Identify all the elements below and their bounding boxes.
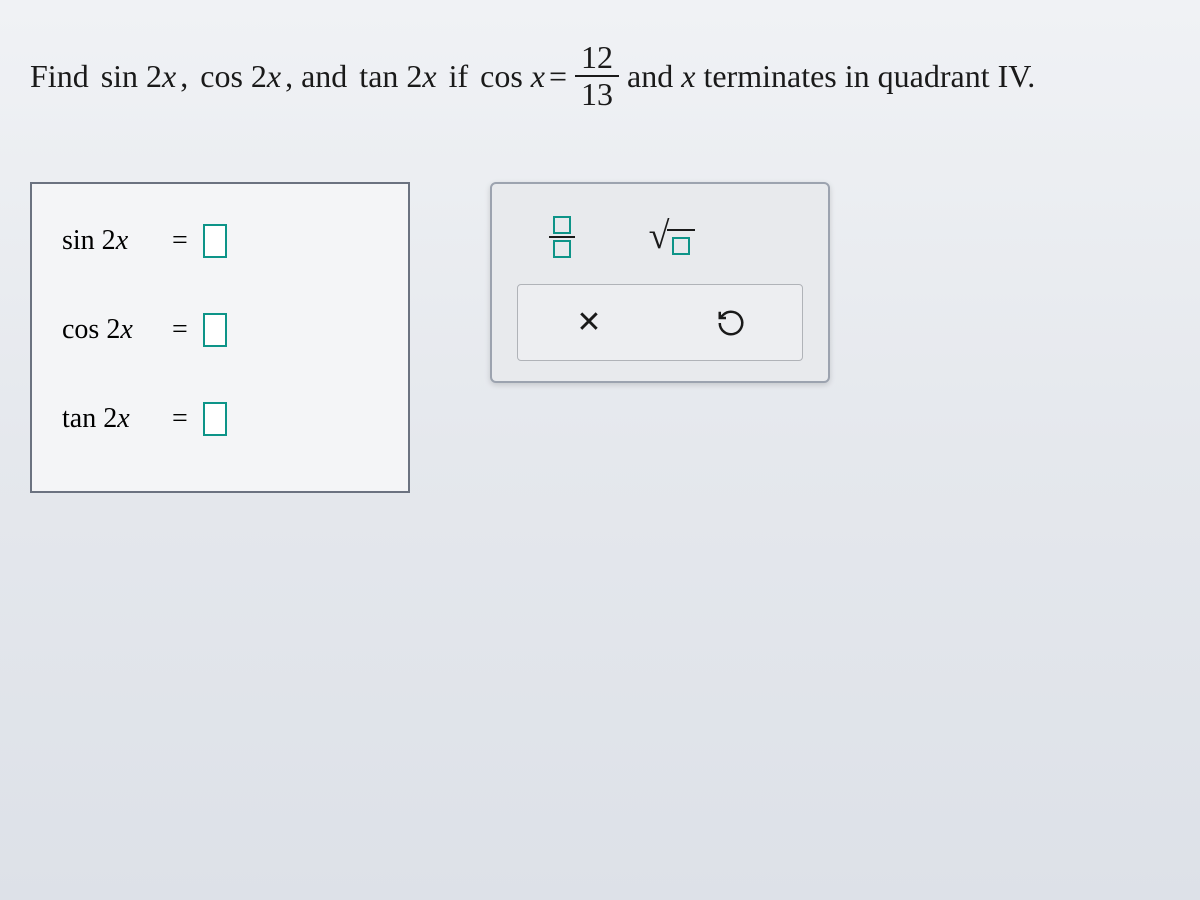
- fraction-display: 12 13: [575, 40, 619, 112]
- sqrt-icon: √: [649, 219, 696, 255]
- math-toolbox: √ ✕: [490, 182, 830, 383]
- input-tan2x[interactable]: [203, 402, 227, 436]
- answer-row-cos: cos 2x =: [62, 313, 378, 347]
- answer-row-sin: sin 2x =: [62, 224, 378, 258]
- question-prompt: Find sin 2x, cos 2x, and tan 2x if cos x…: [30, 40, 1170, 112]
- undo-icon: [716, 308, 746, 338]
- fraction-icon: [549, 214, 575, 260]
- clear-button[interactable]: ✕: [564, 300, 614, 345]
- x-icon: ✕: [576, 305, 601, 340]
- reset-button[interactable]: [706, 300, 756, 345]
- fraction-tool-button[interactable]: [537, 214, 587, 259]
- sqrt-tool-button[interactable]: √: [647, 214, 697, 259]
- answer-panel: sin 2x = cos 2x = tan 2x =: [30, 182, 410, 493]
- input-sin2x[interactable]: [203, 224, 227, 258]
- input-cos2x[interactable]: [203, 313, 227, 347]
- answer-row-tan: tan 2x =: [62, 402, 378, 436]
